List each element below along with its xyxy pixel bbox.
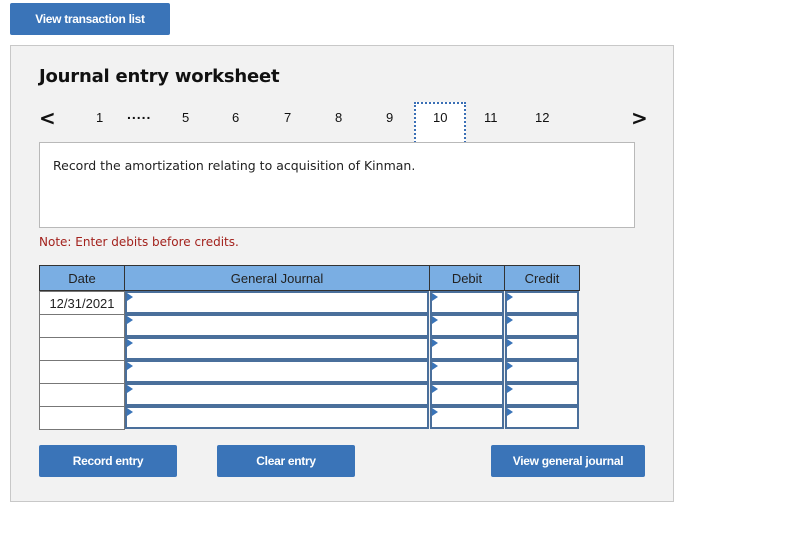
page-8[interactable]: 8 xyxy=(335,110,342,125)
credit-input[interactable] xyxy=(505,360,579,383)
credit-input[interactable] xyxy=(505,314,579,337)
view-general-journal-button[interactable]: View general journal xyxy=(491,445,645,477)
clear-entry-button[interactable]: Clear entry xyxy=(217,445,355,477)
debit-input[interactable] xyxy=(430,360,504,383)
date-cell[interactable] xyxy=(39,337,125,361)
credit-input[interactable] xyxy=(505,291,579,314)
next-page-icon[interactable]: > xyxy=(631,106,648,130)
record-entry-button[interactable]: Record entry xyxy=(39,445,177,477)
date-cell[interactable] xyxy=(39,360,125,384)
debit-input[interactable] xyxy=(430,383,504,406)
account-input[interactable] xyxy=(125,314,429,337)
debit-input[interactable] xyxy=(430,406,504,429)
dropdown-marker-icon xyxy=(432,408,438,416)
account-input[interactable] xyxy=(125,291,429,314)
dropdown-marker-icon xyxy=(507,362,513,370)
dropdown-marker-icon xyxy=(127,408,133,416)
dropdown-marker-icon xyxy=(432,339,438,347)
dropdown-marker-icon xyxy=(127,339,133,347)
page-11[interactable]: 11 xyxy=(484,110,498,125)
credit-input[interactable] xyxy=(505,337,579,360)
dropdown-marker-icon xyxy=(127,385,133,393)
header-general-journal: General Journal xyxy=(124,265,430,291)
worksheet-title: Journal entry worksheet xyxy=(39,66,280,87)
view-transaction-list-button[interactable]: View transaction list xyxy=(10,3,170,35)
page-9[interactable]: 9 xyxy=(386,110,393,125)
prompt-text: Record the amortization relating to acqu… xyxy=(53,158,416,173)
dropdown-marker-icon xyxy=(432,385,438,393)
credit-input[interactable] xyxy=(505,406,579,429)
note-text: Note: Enter debits before credits. xyxy=(39,235,239,249)
dropdown-marker-icon xyxy=(507,293,513,301)
dropdown-marker-icon xyxy=(507,385,513,393)
header-date: Date xyxy=(39,265,125,291)
page-1[interactable]: 1 xyxy=(96,110,103,125)
debit-input[interactable] xyxy=(430,314,504,337)
date-cell[interactable] xyxy=(39,314,125,338)
date-cell: 12/31/2021 xyxy=(39,291,125,315)
page-ellipsis: ..... xyxy=(127,106,152,122)
page-12[interactable]: 12 xyxy=(535,110,549,125)
header-debit: Debit xyxy=(429,265,505,291)
account-input[interactable] xyxy=(125,383,429,406)
dropdown-marker-icon xyxy=(127,362,133,370)
date-cell[interactable] xyxy=(39,406,125,430)
page-7[interactable]: 7 xyxy=(284,110,291,125)
account-input[interactable] xyxy=(125,360,429,383)
dropdown-marker-icon xyxy=(507,408,513,416)
dropdown-marker-icon xyxy=(507,316,513,324)
prev-page-icon[interactable]: < xyxy=(39,106,56,130)
dropdown-marker-icon xyxy=(127,293,133,301)
page-5[interactable]: 5 xyxy=(182,110,189,125)
date-cell[interactable] xyxy=(39,383,125,407)
prompt-box: Record the amortization relating to acqu… xyxy=(39,142,635,228)
credit-input[interactable] xyxy=(505,383,579,406)
dropdown-marker-icon xyxy=(432,293,438,301)
dropdown-marker-icon xyxy=(432,362,438,370)
debit-input[interactable] xyxy=(430,337,504,360)
dropdown-marker-icon xyxy=(127,316,133,324)
header-credit: Credit xyxy=(504,265,580,291)
dropdown-marker-icon xyxy=(507,339,513,347)
dropdown-marker-icon xyxy=(432,316,438,324)
page-6[interactable]: 6 xyxy=(232,110,239,125)
account-input[interactable] xyxy=(125,406,429,429)
page-10[interactable]: 10 xyxy=(433,110,447,125)
debit-input[interactable] xyxy=(430,291,504,314)
account-input[interactable] xyxy=(125,337,429,360)
journal-entry-worksheet-panel: Journal entry worksheet < 1 ..... 5 6 7 … xyxy=(10,45,674,502)
